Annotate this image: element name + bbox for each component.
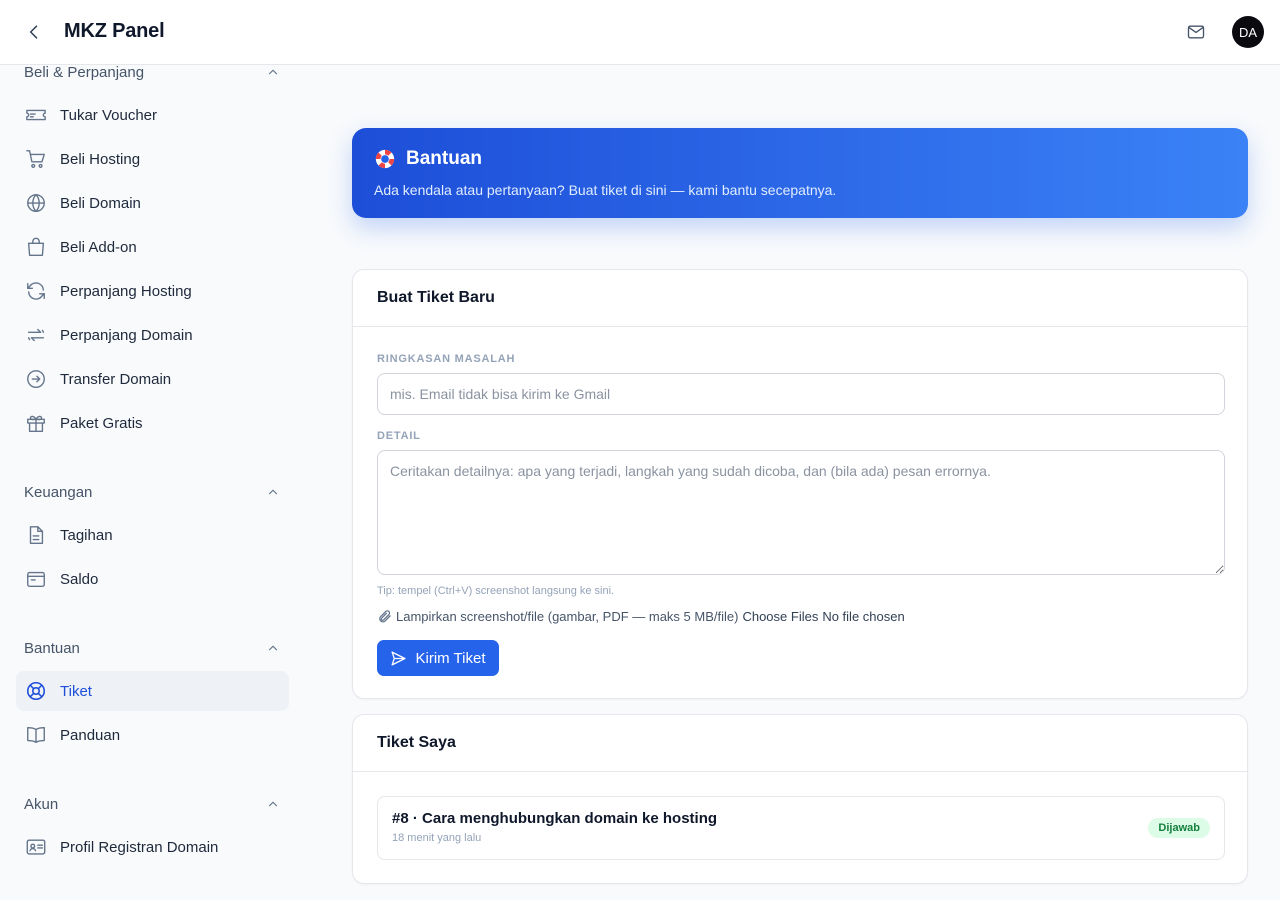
refresh-icon	[24, 279, 48, 303]
sidebar-item-label: Perpanjang Domain	[60, 326, 193, 344]
sidebar-item-tukar-voucher[interactable]: Tukar Voucher	[16, 95, 289, 135]
sidebar-item-label: Saldo	[60, 570, 99, 588]
sidebar-item-tiket[interactable]: Tiket	[16, 671, 289, 711]
messages-button[interactable]	[1184, 20, 1208, 44]
globe-icon	[24, 191, 48, 215]
sidebar-item-perpanjang-domain[interactable]: Perpanjang Domain	[16, 315, 289, 355]
mail-icon	[1187, 25, 1205, 39]
sidebar-item-beli-add-on[interactable]: Beli Add-on	[16, 227, 289, 267]
summary-label: RINGKASAN MASALAH	[377, 353, 516, 365]
chevron-up-icon	[268, 645, 278, 651]
send-icon	[390, 650, 407, 667]
new-ticket-card: Buat Tiket Baru RINGKASAN MASALAH DETAIL…	[352, 269, 1248, 699]
section-header-akun[interactable]: Akun	[24, 794, 280, 814]
section-header-beli-perpanjang[interactable]: Beli & Perpanjang	[24, 62, 280, 82]
attachment-row: Lampirkan screenshot/file (gambar, PDF —…	[377, 609, 905, 624]
cart-icon	[24, 147, 48, 171]
sidebar-item-panduan[interactable]: Panduan	[16, 715, 289, 755]
sidebar-item-transfer-domain[interactable]: Transfer Domain	[16, 359, 289, 399]
sidebar-item-beli-domain[interactable]: Beli Domain	[16, 183, 289, 223]
paste-tip: Tip: tempel (Ctrl+V) screenshot langsung…	[377, 585, 615, 597]
help-banner: Bantuan Ada kendala atau pertanyaan? Bua…	[352, 128, 1248, 218]
section-title: Keuangan	[24, 483, 93, 501]
sidebar-item-label: Transfer Domain	[60, 370, 172, 388]
id-card-icon	[24, 835, 48, 859]
chevron-up-icon	[268, 69, 278, 75]
detail-label: DETAIL	[377, 430, 421, 442]
section-header-keuangan[interactable]: Keuangan	[24, 482, 280, 502]
section-title: Akun	[24, 795, 59, 813]
sidebar-item-paket-gratis[interactable]: Paket Gratis	[16, 403, 289, 443]
sidebar-item-label: Beli Domain	[60, 194, 141, 212]
submit-ticket-button[interactable]: Kirim Tiket	[377, 640, 499, 676]
chevron-up-icon	[268, 801, 278, 807]
ticket-icon	[24, 103, 48, 127]
sidebar-item-label: Beli Hosting	[60, 150, 141, 168]
paperclip-icon	[377, 609, 392, 624]
summary-input[interactable]	[377, 373, 1225, 415]
lifebuoy-icon	[374, 148, 396, 170]
section-header-bantuan[interactable]: Bantuan	[24, 638, 280, 658]
avatar[interactable]: DA	[1232, 16, 1264, 48]
submit-label: Kirim Tiket	[415, 649, 486, 667]
wallet-icon	[24, 567, 48, 591]
banner-title-text: Bantuan	[406, 148, 482, 169]
top-bar: MKZ Panel DA	[0, 0, 1280, 65]
section-title: Bantuan	[24, 639, 80, 657]
my-tickets-card: Tiket Saya #8 · Cara menghubungkan domai…	[352, 714, 1248, 884]
sidebar-item-label: Perpanjang Hosting	[60, 282, 192, 300]
ticket-time: 18 menit yang lalu	[392, 832, 482, 844]
banner-subtitle: Ada kendala atau pertanyaan? Buat tiket …	[374, 182, 837, 198]
ticket-title: #8 · Cara menghubungkan domain ke hostin…	[392, 810, 718, 827]
gift-icon	[24, 411, 48, 435]
detail-textarea[interactable]	[377, 450, 1225, 575]
attachment-label: Lampirkan screenshot/file (gambar, PDF —…	[396, 609, 739, 624]
bag-icon	[24, 235, 48, 259]
sidebar-item-label: Paket Gratis	[60, 414, 143, 432]
sidebar-item-label: Tukar Voucher	[60, 106, 157, 124]
renew-icon	[24, 323, 48, 347]
invoice-icon	[24, 523, 48, 547]
chevron-left-icon	[29, 25, 38, 39]
sidebar-item-tagihan[interactable]: Tagihan	[16, 515, 289, 555]
file-status: No file chosen	[822, 609, 905, 624]
sidebar-item-label: Tiket	[60, 682, 92, 700]
sidebar-item-label: Profil Registran Domain	[60, 838, 219, 856]
card-title: Buat Tiket Baru	[353, 270, 1247, 327]
arrow-circle-icon	[24, 367, 48, 391]
status-badge: Dijawab	[1148, 818, 1210, 838]
sidebar-item-perpanjang-hosting[interactable]: Perpanjang Hosting	[16, 271, 289, 311]
ticket-row[interactable]: #8 · Cara menghubungkan domain ke hostin…	[377, 796, 1225, 860]
sidebar-item-label: Beli Add-on	[60, 238, 137, 256]
sidebar-item-saldo[interactable]: Saldo	[16, 559, 289, 599]
back-button[interactable]	[22, 20, 46, 44]
sidebar: Beli & Perpanjang Tukar Voucher Beli Hos…	[0, 62, 305, 900]
sidebar-item-label: Tagihan	[60, 526, 113, 544]
chevron-up-icon	[268, 489, 278, 495]
banner-title: Bantuan	[374, 148, 482, 170]
choose-files-button[interactable]: Choose Files	[742, 609, 818, 624]
sidebar-item-profil-registran-domain[interactable]: Profil Registran Domain	[16, 827, 289, 867]
app-title: MKZ Panel	[64, 20, 165, 42]
lifebuoy-icon	[24, 679, 48, 703]
card-title: Tiket Saya	[353, 715, 1247, 772]
sidebar-item-label: Panduan	[60, 726, 121, 744]
book-icon	[24, 723, 48, 747]
sidebar-item-beli-hosting[interactable]: Beli Hosting	[16, 139, 289, 179]
section-title: Beli & Perpanjang	[24, 63, 145, 81]
